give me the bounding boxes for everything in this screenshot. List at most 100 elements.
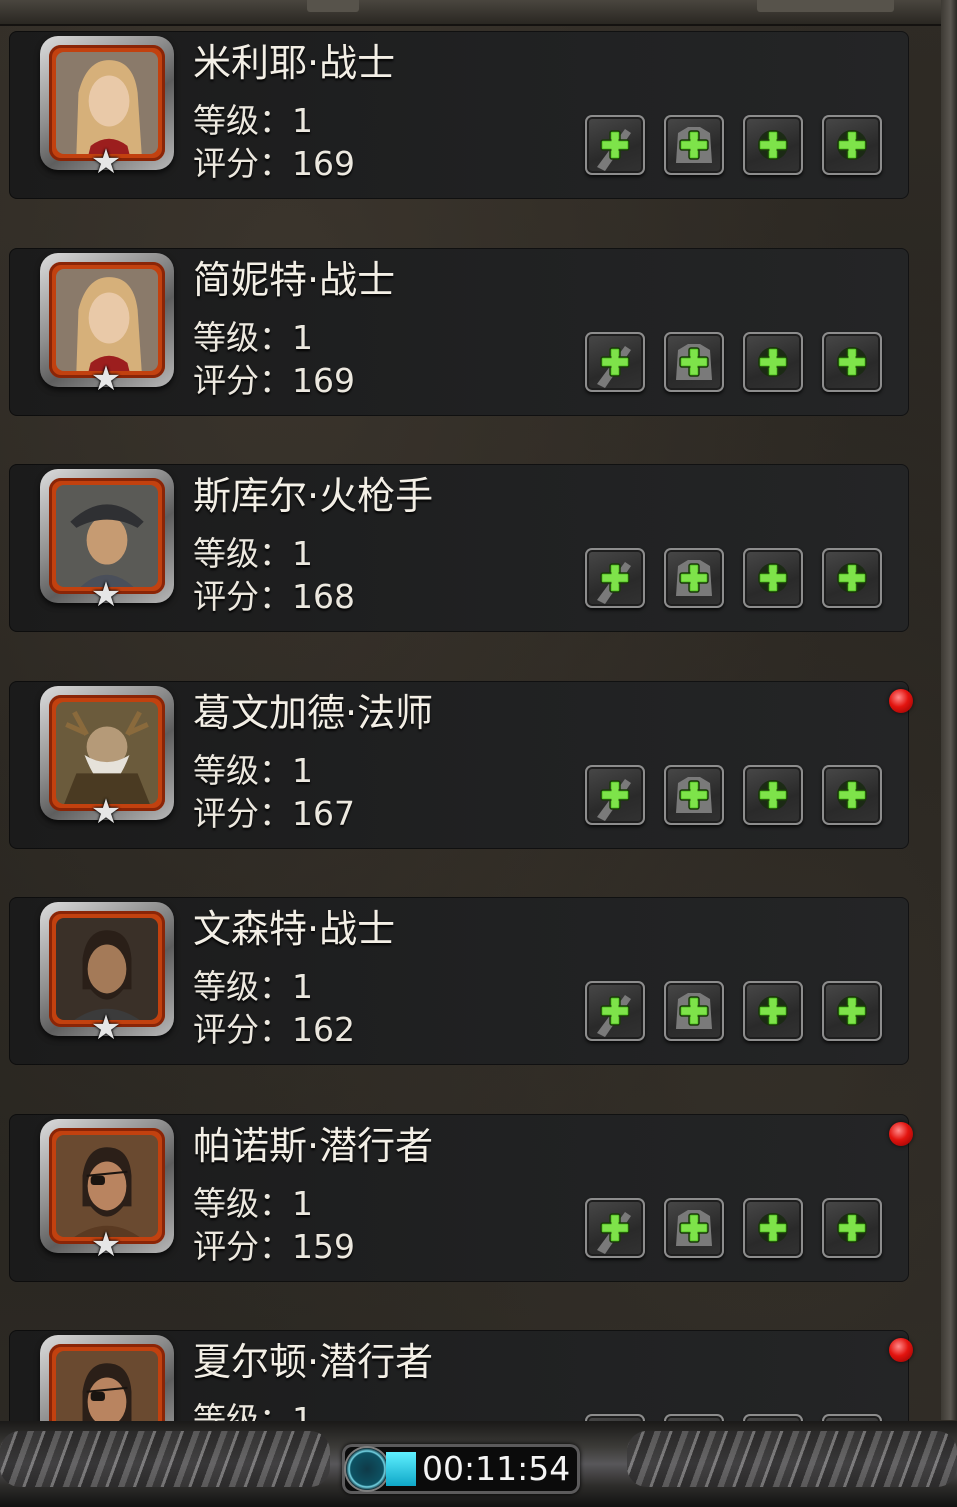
score-value: 169 [292,144,355,183]
top-tab-stub[interactable] [307,0,359,12]
accessory-slot-plus-icon[interactable] [743,1414,803,1421]
hero-card[interactable]: ★ 帕诺斯·潜行者 等级：1 评分：159 [9,1113,913,1282]
level-label: 等级： [193,750,292,790]
accessory-slot-plus-icon[interactable] [822,764,882,825]
hero-name: 葛文加德·法师 [193,690,434,735]
hero-name: 斯库尔·火枪手 [193,474,434,518]
hero-level: 等级：1 [193,318,313,358]
antlered-wizard-portrait [56,701,158,804]
hero-name: 简妮特·战士 [193,257,396,302]
portrait-border [49,1344,165,1421]
top-bar [0,0,957,26]
timer-progress-fill [386,1452,416,1486]
level-value: 1 [292,101,313,140]
accessory-slot-plus-icon[interactable] [822,548,882,608]
armor-slot-plus-icon[interactable] [664,1414,724,1421]
level-label: 等级： [193,967,292,1006]
accessory-slot-plus-icon[interactable] [822,1414,882,1421]
hero-level: 等级：1 [193,967,313,1007]
notification-dot [889,688,913,713]
notification-dot [889,1338,913,1362]
hero-card[interactable]: ★ 米利耶·战士 等级：1 评分：169 [9,31,909,199]
hero-level: 等级：1 [193,1400,313,1421]
hero-card[interactable]: ★ 夏尔顿·潜行者等级：1 [9,1330,913,1421]
hero-name: 帕诺斯·潜行者 [193,1123,434,1168]
accessory-slot-plus-icon[interactable] [822,981,882,1041]
dagger-plus-icon[interactable] [585,1197,645,1258]
hero-level: 等级：1 [193,534,313,574]
score-value: 168 [292,577,355,616]
bottom-ornament-right [627,1431,957,1487]
hero-portrait-frame[interactable]: ★ [40,1118,174,1263]
accessory-slot-plus-icon[interactable] [743,981,803,1041]
score-label: 评分： [193,1010,292,1049]
score-label: 评分： [193,144,292,183]
dagger-plus-icon[interactable] [585,1414,645,1421]
timer-text: 00:11:54 [422,1449,571,1488]
star-icon: ★ [90,1008,122,1048]
hero-card[interactable]: ★ 斯库尔·火枪手 等级：1 评分：168 [9,464,909,632]
armor-slot-plus-icon[interactable] [664,981,724,1041]
top-button-stub[interactable] [757,0,894,12]
sword-plus-icon[interactable] [585,981,645,1041]
accessory-slot-plus-icon[interactable] [743,331,803,392]
hero-portrait-frame[interactable]: ★ [40,902,174,1046]
clock-icon [346,1448,388,1490]
star-icon: ★ [90,791,122,832]
hero-portrait-frame[interactable]: ★ [40,469,174,613]
eyepatch-man-portrait [56,1351,158,1421]
accessory-slot-plus-icon[interactable] [743,115,803,175]
score-value: 162 [292,1010,355,1049]
score-label: 评分： [193,360,292,400]
hero-portrait-frame[interactable]: ★ [40,1335,174,1421]
hero-card[interactable]: ★ 简妮特·战士等级：1 评分：169 [9,247,909,416]
hero-list[interactable]: ★ 米利耶·战士 等级：1 评分：169 ★ 简妮特·战士 等级：1 评分：169 [0,24,957,1421]
hero-score: 评分：162 [193,1010,355,1050]
score-label: 评分： [193,577,292,616]
star-icon: ★ [90,142,122,182]
armor-slot-plus-icon[interactable] [664,115,724,175]
gun-plus-icon[interactable] [585,548,645,608]
hero-card[interactable]: ★ 葛文加德·法师 等级：1 评分：167 [9,680,913,849]
eyepatch-man-portrait [56,1134,158,1237]
level-value: 1 [292,750,313,790]
armor-slot-plus-icon[interactable] [664,764,724,825]
accessory-slot-plus-icon[interactable] [822,331,882,392]
armor-slot-plus-icon[interactable] [664,548,724,608]
level-value: 1 [292,1400,313,1421]
hero-score: 评分：159 [193,1227,355,1267]
hero-score: 评分：169 [193,361,355,401]
hero-name: 夏尔顿·潜行者 [193,1340,434,1384]
level-label: 等级： [193,534,292,573]
level-value: 1 [292,967,313,1006]
accessory-slot-plus-icon[interactable] [743,1197,803,1258]
timer-panel: 00:11:54 [342,1444,580,1494]
accessory-slot-plus-icon[interactable] [822,115,882,175]
sword-plus-icon[interactable] [585,331,645,392]
armor-slot-plus-icon[interactable] [664,1197,724,1258]
level-label: 等级： [193,317,292,357]
hero-score: 评分：168 [193,577,355,617]
hero-score: 评分：169 [193,144,355,184]
star-icon: ★ [90,358,122,399]
hero-level: 等级：1 [193,751,313,791]
notification-dot [889,1121,913,1146]
hero-portrait-frame[interactable]: ★ [40,685,174,830]
score-value: 169 [292,360,355,400]
hero-level: 等级：1 [193,101,313,141]
hero-card[interactable]: ★ 文森特·战士 等级：1 评分：162 [9,897,909,1065]
hero-portrait-frame[interactable]: ★ [40,36,174,180]
accessory-slot-plus-icon[interactable] [743,764,803,825]
hero-portrait-frame[interactable]: ★ [40,252,174,397]
staff-plus-icon[interactable] [585,764,645,825]
level-value: 1 [292,1183,313,1223]
armor-slot-plus-icon[interactable] [664,331,724,392]
level-label: 等级： [193,1400,292,1421]
female-blonde-portrait [56,52,158,154]
accessory-slot-plus-icon[interactable] [743,548,803,608]
level-value: 1 [292,534,313,573]
accessory-slot-plus-icon[interactable] [822,1197,882,1258]
score-value: 167 [292,793,355,833]
sword-plus-icon[interactable] [585,115,645,175]
score-value: 159 [292,1226,355,1266]
